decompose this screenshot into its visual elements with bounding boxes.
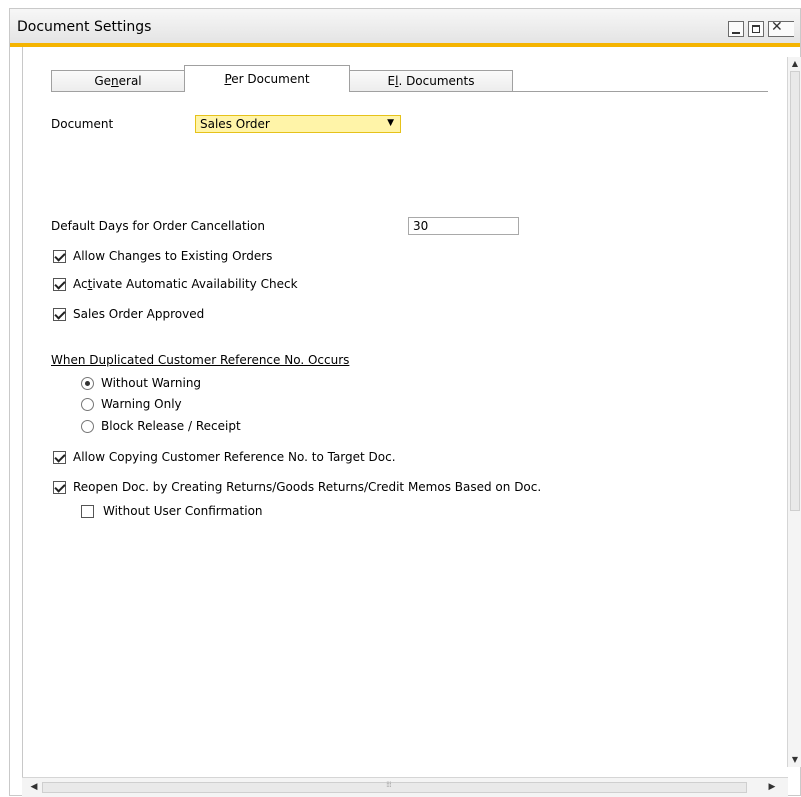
reopen-doc-checkbox[interactable]	[53, 481, 66, 494]
tab-strip: General Per Document El. Documents	[51, 65, 801, 92]
radio-warning-only[interactable]	[81, 398, 94, 411]
scroll-up-icon[interactable]: ▲	[790, 59, 800, 69]
radio-without-warning-label: Without Warning	[101, 376, 202, 390]
document-dropdown-value: Sales Order	[200, 117, 270, 131]
tab-general[interactable]: General	[51, 70, 185, 92]
maximize-button[interactable]	[748, 21, 764, 37]
vertical-scroll-thumb[interactable]	[790, 71, 800, 511]
horizontal-scroll-thumb[interactable]: ⁞⁞⁞	[42, 780, 747, 793]
tab-per-document[interactable]: Per Document	[184, 65, 350, 92]
copy-customer-ref-label: Allow Copying Customer Reference No. to …	[73, 450, 396, 464]
settings-panel: General Per Document El. Documents Docum…	[22, 47, 788, 777]
close-button[interactable]: ✕	[768, 19, 794, 37]
allow-changes-checkbox[interactable]	[53, 250, 66, 263]
copy-customer-ref-checkbox[interactable]	[53, 451, 66, 464]
without-user-confirmation-label: Without User Confirmation	[103, 504, 263, 518]
close-icon: ✕	[771, 19, 783, 35]
availability-check-checkbox[interactable]	[53, 278, 66, 291]
without-user-confirmation-checkbox[interactable]	[81, 505, 94, 518]
document-dropdown[interactable]: Sales Order ▼	[195, 115, 401, 133]
vertical-scrollbar[interactable]: ▲ ▼	[787, 57, 801, 767]
horizontal-scrollbar[interactable]: ◀ ⁞⁞⁞ ▶	[22, 777, 788, 797]
cancellation-days-input[interactable]: 30	[408, 217, 519, 235]
scroll-down-icon[interactable]: ▼	[790, 755, 800, 765]
tab-divider	[51, 91, 768, 92]
window-title: Document Settings	[17, 19, 152, 35]
title-bar: Document Settings ✕	[10, 9, 800, 47]
minimize-button[interactable]	[728, 21, 744, 37]
dropdown-arrow-icon: ▼	[387, 118, 394, 128]
radio-warning-only-label: Warning Only	[101, 397, 182, 411]
scroll-left-icon[interactable]: ◀	[28, 781, 40, 793]
radio-block-release-label: Block Release / Receipt	[101, 419, 241, 433]
duplicated-ref-heading: When Duplicated Customer Reference No. O…	[51, 353, 350, 367]
scroll-right-icon[interactable]: ▶	[766, 781, 778, 793]
availability-check-label: Activate Automatic Availability Check	[73, 277, 298, 291]
grip-icon: ⁞⁞⁞	[386, 780, 392, 789]
document-settings-window: Document Settings ✕ General Per Document…	[9, 8, 801, 797]
document-label: Document	[51, 117, 114, 131]
sales-order-approved-checkbox[interactable]	[53, 308, 66, 321]
radio-block-release[interactable]	[81, 420, 94, 433]
allow-changes-label: Allow Changes to Existing Orders	[73, 249, 273, 263]
cancellation-days-label: Default Days for Order Cancellation	[51, 219, 265, 233]
tab-el-documents[interactable]: El. Documents	[349, 70, 513, 92]
reopen-doc-label: Reopen Doc. by Creating Returns/Goods Re…	[73, 480, 542, 494]
sales-order-approved-label: Sales Order Approved	[73, 307, 205, 321]
radio-without-warning[interactable]	[81, 377, 94, 390]
